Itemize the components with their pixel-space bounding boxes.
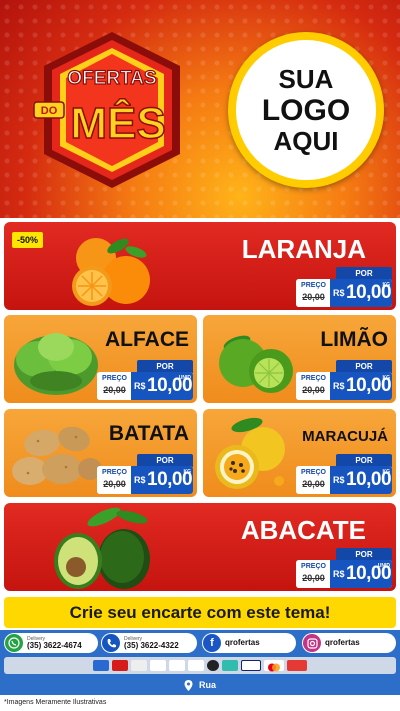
old-price: 20,00 bbox=[302, 573, 325, 583]
card-icon bbox=[131, 660, 147, 671]
product-card-batata: BATATA POR PREÇO 20,00 R$ 10,00 KG bbox=[4, 409, 197, 497]
instagram-contact[interactable]: qrofertas bbox=[302, 633, 396, 653]
mastercard-icon bbox=[264, 660, 284, 672]
preco-label: PREÇO bbox=[102, 469, 127, 476]
whatsapp-contact[interactable]: Delivery (35) 3622-4674 bbox=[4, 633, 98, 653]
lime-image bbox=[219, 335, 293, 393]
product-card-limao: LIMÃO POR PREÇO 20,00 R$ 10,00 KG bbox=[203, 315, 396, 403]
price-tag: POR PREÇO 20,00 R$ 10,00 UNID bbox=[296, 548, 392, 588]
facebook-icon: f bbox=[203, 634, 221, 652]
cta-banner[interactable]: Crie seu encarte com este tema! bbox=[4, 597, 396, 628]
instagram-handle: qrofertas bbox=[325, 638, 360, 647]
pix-card-icon bbox=[93, 660, 109, 671]
product-name: LIMÃO bbox=[320, 328, 388, 351]
logo-text-1: SUA bbox=[278, 63, 334, 94]
card-icon bbox=[188, 660, 204, 671]
product-name: BATATA bbox=[108, 422, 189, 445]
card-icon bbox=[112, 660, 128, 671]
currency: R$ bbox=[134, 381, 146, 391]
header-banner: OFERTAS DO MÊS SUA LOGO AQUI bbox=[0, 0, 400, 218]
phone-icon bbox=[102, 634, 120, 652]
badge-title: OFERTAS bbox=[67, 68, 156, 89]
price-tag: POR PREÇO 20,00 R$ 10,00 KG bbox=[296, 360, 392, 400]
visa-icon bbox=[241, 660, 261, 671]
product-card-alface: ALFACE POR PREÇO 20,00 R$ 10,00 UNID bbox=[4, 315, 197, 403]
facebook-contact[interactable]: f qrofertas bbox=[202, 633, 296, 653]
currency: R$ bbox=[333, 381, 345, 391]
price-unit: UNID bbox=[377, 563, 390, 569]
phone-contact[interactable]: Delivery (35) 3622-4322 bbox=[101, 633, 197, 653]
facebook-handle: qrofertas bbox=[225, 638, 260, 647]
instagram-icon bbox=[303, 634, 321, 652]
product-card-maracuja: MARACUJÁ POR PREÇO 20,00 R$ 10,00 KG bbox=[203, 409, 396, 497]
lettuce-image bbox=[14, 333, 98, 395]
badge-do: DO bbox=[41, 105, 58, 117]
orange-image bbox=[72, 238, 150, 306]
preco-label: PREÇO bbox=[301, 563, 326, 570]
preco-label: PREÇO bbox=[301, 469, 326, 476]
old-price: 20,00 bbox=[302, 385, 325, 395]
price-unit: KG bbox=[183, 469, 192, 475]
ofertas-do-mes-badge: OFERTAS DO MÊS bbox=[33, 32, 180, 188]
card-icon bbox=[150, 660, 166, 671]
logo-placeholder: SUA LOGO AQUI bbox=[228, 32, 384, 188]
old-price: 20,00 bbox=[302, 479, 325, 489]
currency: R$ bbox=[333, 569, 345, 579]
price-tag: POR PREÇO 20,00 R$ 10,00 KG bbox=[296, 454, 392, 494]
preco-label: PREÇO bbox=[102, 375, 127, 382]
price-unit: KG bbox=[382, 375, 391, 381]
potato-image bbox=[12, 426, 102, 485]
logo-text-2: LOGO bbox=[261, 93, 351, 127]
currency: R$ bbox=[333, 288, 345, 298]
preco-label: PREÇO bbox=[301, 282, 326, 289]
pix-icon bbox=[222, 660, 238, 671]
product-name: MARACUJÁ bbox=[302, 428, 388, 445]
footnote: *Imagens Meramente Ilustrativas bbox=[0, 695, 400, 711]
address: Rua bbox=[4, 677, 396, 693]
product-name: ABACATE bbox=[240, 515, 366, 545]
product-card-laranja: -50% LARANJA POR PREÇO 20,00 R$ 10,00 KG bbox=[4, 222, 396, 310]
price-unit: UNID bbox=[178, 375, 191, 381]
old-price: 20,00 bbox=[103, 385, 126, 395]
logo-text-3: AQUI bbox=[273, 125, 339, 156]
whatsapp-icon bbox=[5, 634, 23, 652]
card-icon bbox=[169, 660, 185, 671]
product-card-abacate: ABACATE POR PREÇO 20,00 R$ 10,00 UNID bbox=[4, 503, 396, 591]
price-unit: KG bbox=[382, 282, 391, 288]
old-price: 20,00 bbox=[103, 479, 126, 489]
preco-label: PREÇO bbox=[301, 375, 326, 382]
phone-number: (35) 3622-4322 bbox=[124, 640, 179, 650]
product-name: ALFACE bbox=[105, 328, 189, 351]
discount-badge: -50% bbox=[12, 232, 44, 248]
currency: R$ bbox=[134, 475, 146, 485]
price-tag: POR PREÇO 20,00 R$ 10,00 KG bbox=[296, 267, 392, 307]
hipercard-icon bbox=[287, 660, 307, 671]
cta-text: Crie seu encarte com este tema! bbox=[69, 602, 331, 622]
flyer-page: OFERTAS DO MÊS SUA LOGO AQUI -50% LARANJ… bbox=[0, 0, 400, 711]
whatsapp-number: (35) 3622-4674 bbox=[27, 640, 82, 650]
address-text: Rua bbox=[198, 680, 216, 690]
currency: R$ bbox=[333, 475, 345, 485]
price-tag: POR PREÇO 20,00 R$ 10,00 UNID bbox=[97, 360, 193, 400]
payment-methods bbox=[4, 657, 396, 674]
product-name: LARANJA bbox=[241, 234, 366, 264]
location-pin-icon bbox=[184, 679, 193, 691]
passion-fruit-image bbox=[215, 417, 285, 489]
price-unit: KG bbox=[382, 469, 391, 475]
badge-mes: MÊS bbox=[70, 98, 165, 148]
price-tag: POR PREÇO 20,00 R$ 10,00 KG bbox=[97, 454, 193, 494]
old-price: 20,00 bbox=[302, 292, 325, 302]
elo-icon bbox=[207, 660, 219, 671]
avocado-image bbox=[54, 507, 150, 589]
